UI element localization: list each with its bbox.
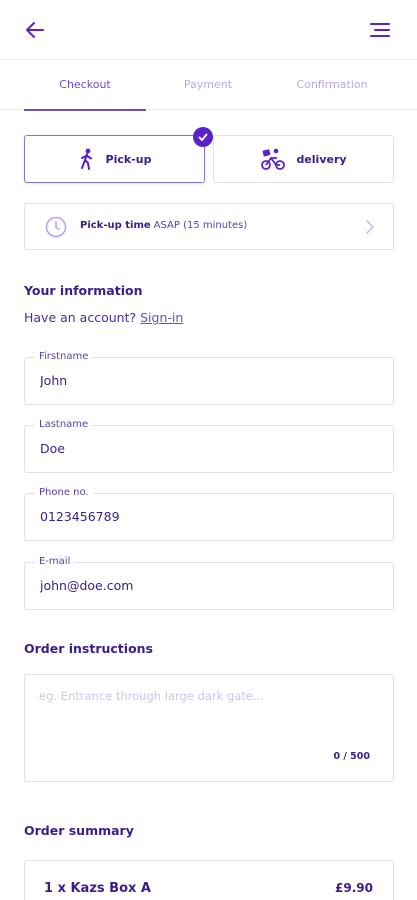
chevron-right-icon [366, 220, 374, 234]
phone-field[interactable]: Phone no. [24, 487, 394, 541]
hamburger-menu-icon [370, 23, 390, 37]
lastname-input[interactable] [40, 441, 370, 456]
order-summary-card: 1 x Kazs Box A £9.90 [24, 860, 394, 900]
account-prompt: Have an account? Sign-in [24, 310, 183, 325]
firstname-input[interactable] [40, 373, 370, 388]
bike-delivery-icon [261, 148, 286, 170]
lastname-field[interactable]: Lastname [24, 419, 394, 473]
order-summary-title: Order summary [24, 823, 134, 838]
delivery-option[interactable]: delivery [213, 135, 394, 183]
email-input[interactable] [40, 578, 370, 593]
order-instructions-title: Order instructions [24, 641, 153, 656]
sign-in-link[interactable]: Sign-in [140, 310, 183, 325]
phone-label: Phone no. [35, 487, 93, 498]
arrow-left-icon [26, 22, 44, 38]
email-label: E-mail [35, 556, 75, 567]
clock-icon [45, 216, 67, 238]
tab-payment[interactable]: Payment [146, 60, 270, 110]
firstname-field[interactable]: Firstname [24, 351, 394, 405]
delivery-option-label: delivery [296, 152, 347, 166]
top-bar [0, 0, 417, 60]
order-instructions-input[interactable] [39, 689, 379, 749]
order-item-price: £9.90 [335, 881, 373, 895]
pickup-time-title: Pick-up time [80, 220, 151, 231]
pickup-time-selector[interactable]: Pick-up time ASAP (15 minutes) [24, 203, 394, 250]
order-instructions-box[interactable]: 0 / 500 [24, 674, 394, 782]
checkmark-icon [198, 133, 208, 141]
pickup-time-value: ASAP (15 minutes) [153, 220, 248, 231]
email-field[interactable]: E-mail [24, 556, 394, 610]
menu-button[interactable] [369, 20, 391, 40]
your-information-title: Your information [24, 283, 143, 298]
account-prompt-text: Have an account? [24, 310, 137, 325]
character-counter: 0 / 500 [333, 751, 370, 762]
pickup-time-label: Pick-up time ASAP (15 minutes) [80, 220, 247, 231]
back-button[interactable] [22, 18, 48, 42]
firstname-label: Firstname [35, 351, 93, 362]
selected-badge [193, 127, 213, 147]
phone-input[interactable] [40, 509, 370, 524]
lastname-label: Lastname [35, 419, 93, 430]
order-item-name: 1 x Kazs Box A [44, 881, 151, 896]
walking-person-icon [80, 148, 92, 170]
tab-checkout[interactable]: Checkout [24, 60, 146, 111]
pickup-option[interactable]: Pick-up [24, 127, 213, 183]
pickup-option-label: Pick-up [105, 152, 152, 166]
tab-confirmation[interactable]: Confirmation [270, 60, 394, 110]
checkout-steps-tabs: Checkout Payment Confirmation [0, 60, 417, 111]
